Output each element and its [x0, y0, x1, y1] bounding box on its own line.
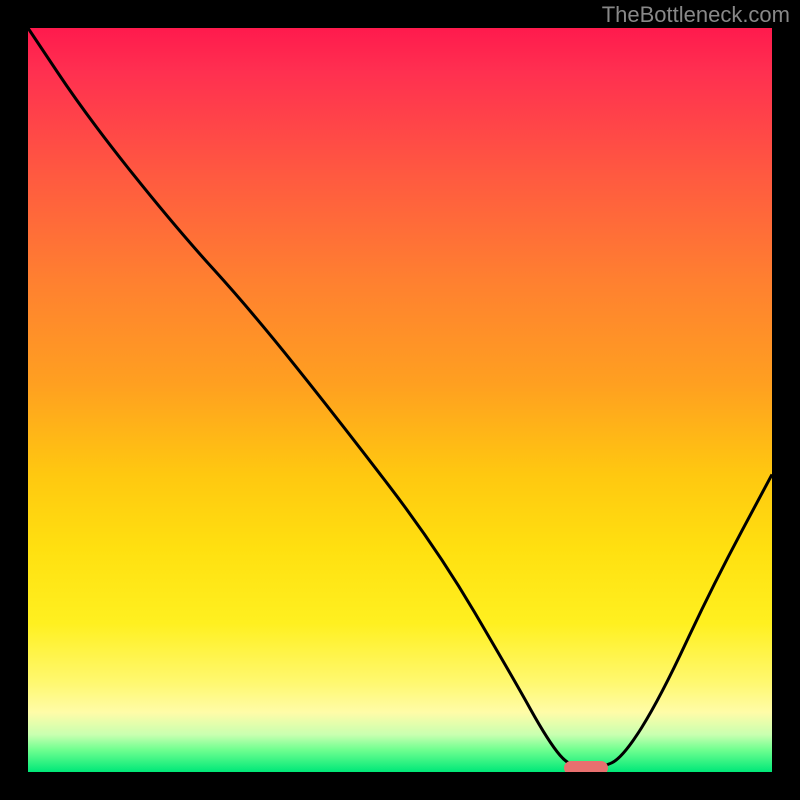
plot-area [28, 28, 772, 772]
watermark-text: TheBottleneck.com [602, 2, 790, 28]
highlight-marker [564, 761, 608, 772]
curve-path [28, 28, 772, 768]
chart-curve [28, 28, 772, 772]
